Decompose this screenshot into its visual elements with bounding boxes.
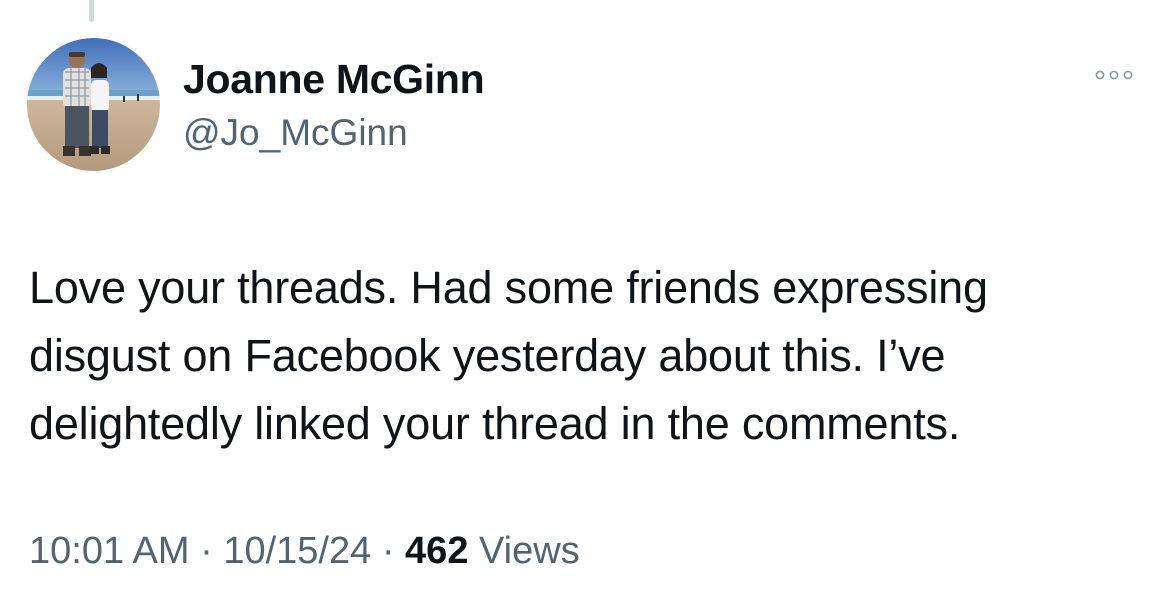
tweet-text-line: delightedly linked your thread in the co… <box>29 398 961 449</box>
tweet-text: Love your threads. Had some friends expr… <box>29 254 1149 458</box>
tweet-text-line: disgust on Facebook yesterday about this… <box>29 330 946 381</box>
avatar[interactable] <box>27 38 160 171</box>
views-count[interactable]: 462 <box>405 530 468 572</box>
tweet-time[interactable]: 10:01 AM <box>29 530 190 572</box>
author-name[interactable]: Joanne McGinn <box>183 56 485 103</box>
avatar-photo <box>27 38 160 171</box>
meta-separator: · <box>200 530 213 572</box>
author-handle[interactable]: @Jo_McGinn <box>183 112 408 154</box>
tweet-metadata: 10:01 AM · 10/15/24 · 462 Views <box>29 530 580 573</box>
views-label[interactable]: Views <box>479 530 580 572</box>
meta-separator: · <box>381 530 395 572</box>
thread-connector-line <box>89 0 94 22</box>
tweet-date[interactable]: 10/15/24 <box>223 530 371 572</box>
more-options-button[interactable] <box>1088 60 1140 90</box>
more-horizontal-icon <box>1095 70 1133 80</box>
tweet-text-line: Love your threads. Had some friends expr… <box>29 262 988 313</box>
